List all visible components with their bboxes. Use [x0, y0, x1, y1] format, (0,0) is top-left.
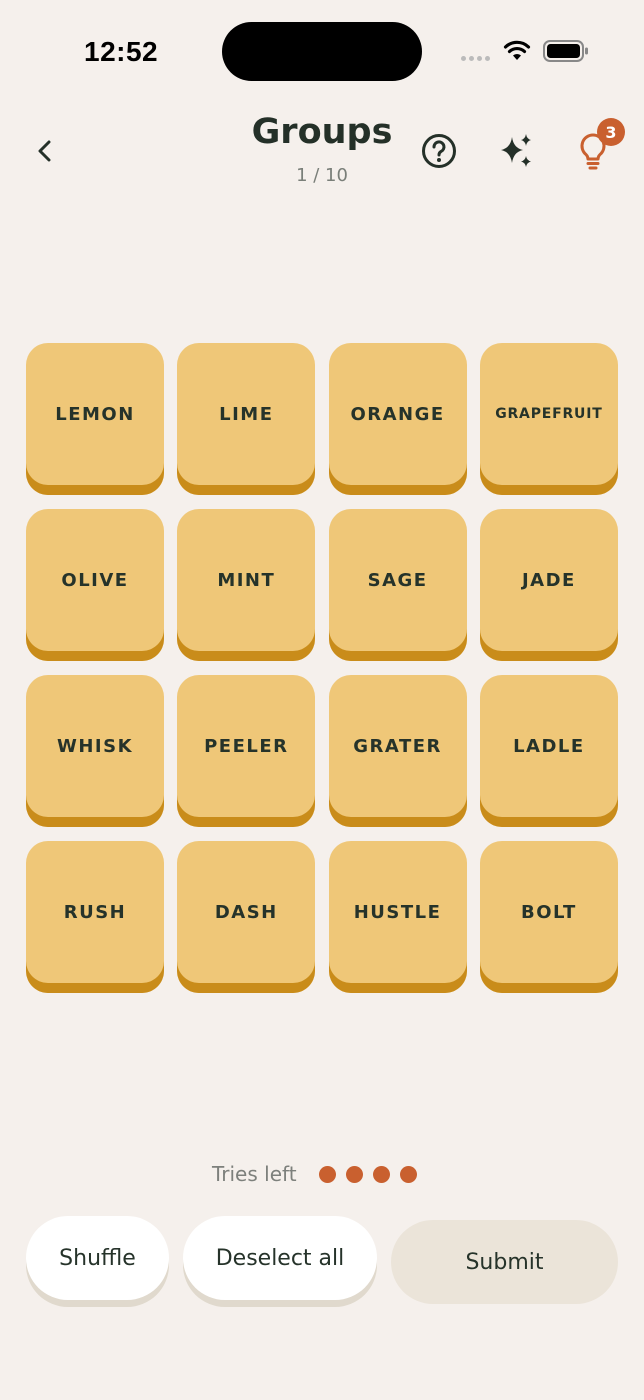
wifi-icon: [503, 40, 531, 66]
word-tile[interactable]: ORANGE: [328, 343, 467, 495]
battery-icon: [543, 40, 589, 66]
word-tile[interactable]: LEMON: [26, 343, 164, 495]
try-dot: [345, 1165, 363, 1183]
deselect-all-button[interactable]: Deselect all: [183, 1216, 377, 1300]
word-tile[interactable]: SAGE: [328, 509, 467, 661]
word-tile[interactable]: WHISK: [26, 675, 164, 827]
try-dot: [372, 1165, 390, 1183]
word-tile[interactable]: LIME: [177, 343, 316, 495]
word-tile[interactable]: JADE: [479, 509, 618, 661]
puzzle-progress: 1 / 10: [296, 165, 348, 186]
tries-label: Tries left: [212, 1162, 297, 1186]
word-tile[interactable]: PEELER: [177, 675, 316, 827]
shuffle-button[interactable]: Shuffle: [26, 1216, 169, 1300]
try-dot: [399, 1165, 417, 1183]
question-circle-icon[interactable]: [420, 132, 458, 174]
word-tile[interactable]: MINT: [177, 509, 316, 661]
word-tile[interactable]: OLIVE: [26, 509, 164, 661]
word-tile[interactable]: DASH: [177, 841, 316, 993]
page-title: Groups: [251, 112, 393, 152]
word-grid: LEMON LIME ORANGE GRAPEFRUIT OLIVE MINT …: [26, 343, 618, 993]
status-time: 12:52: [84, 36, 159, 67]
tries-indicator: Tries left: [212, 1162, 427, 1186]
dynamic-island: [222, 22, 422, 81]
word-tile[interactable]: RUSH: [26, 841, 164, 993]
word-tile[interactable]: BOLT: [479, 841, 618, 993]
cellular-signal-icon: [461, 56, 490, 61]
try-dot: [318, 1165, 336, 1183]
hint-count-badge: 3: [597, 118, 625, 146]
word-tile[interactable]: GRATER: [328, 675, 467, 827]
submit-button[interactable]: Submit: [391, 1220, 618, 1304]
word-tile[interactable]: GRAPEFRUIT: [479, 343, 618, 495]
word-tile[interactable]: HUSTLE: [328, 841, 467, 993]
sparkles-icon[interactable]: [497, 131, 537, 175]
word-tile[interactable]: LADLE: [479, 675, 618, 827]
